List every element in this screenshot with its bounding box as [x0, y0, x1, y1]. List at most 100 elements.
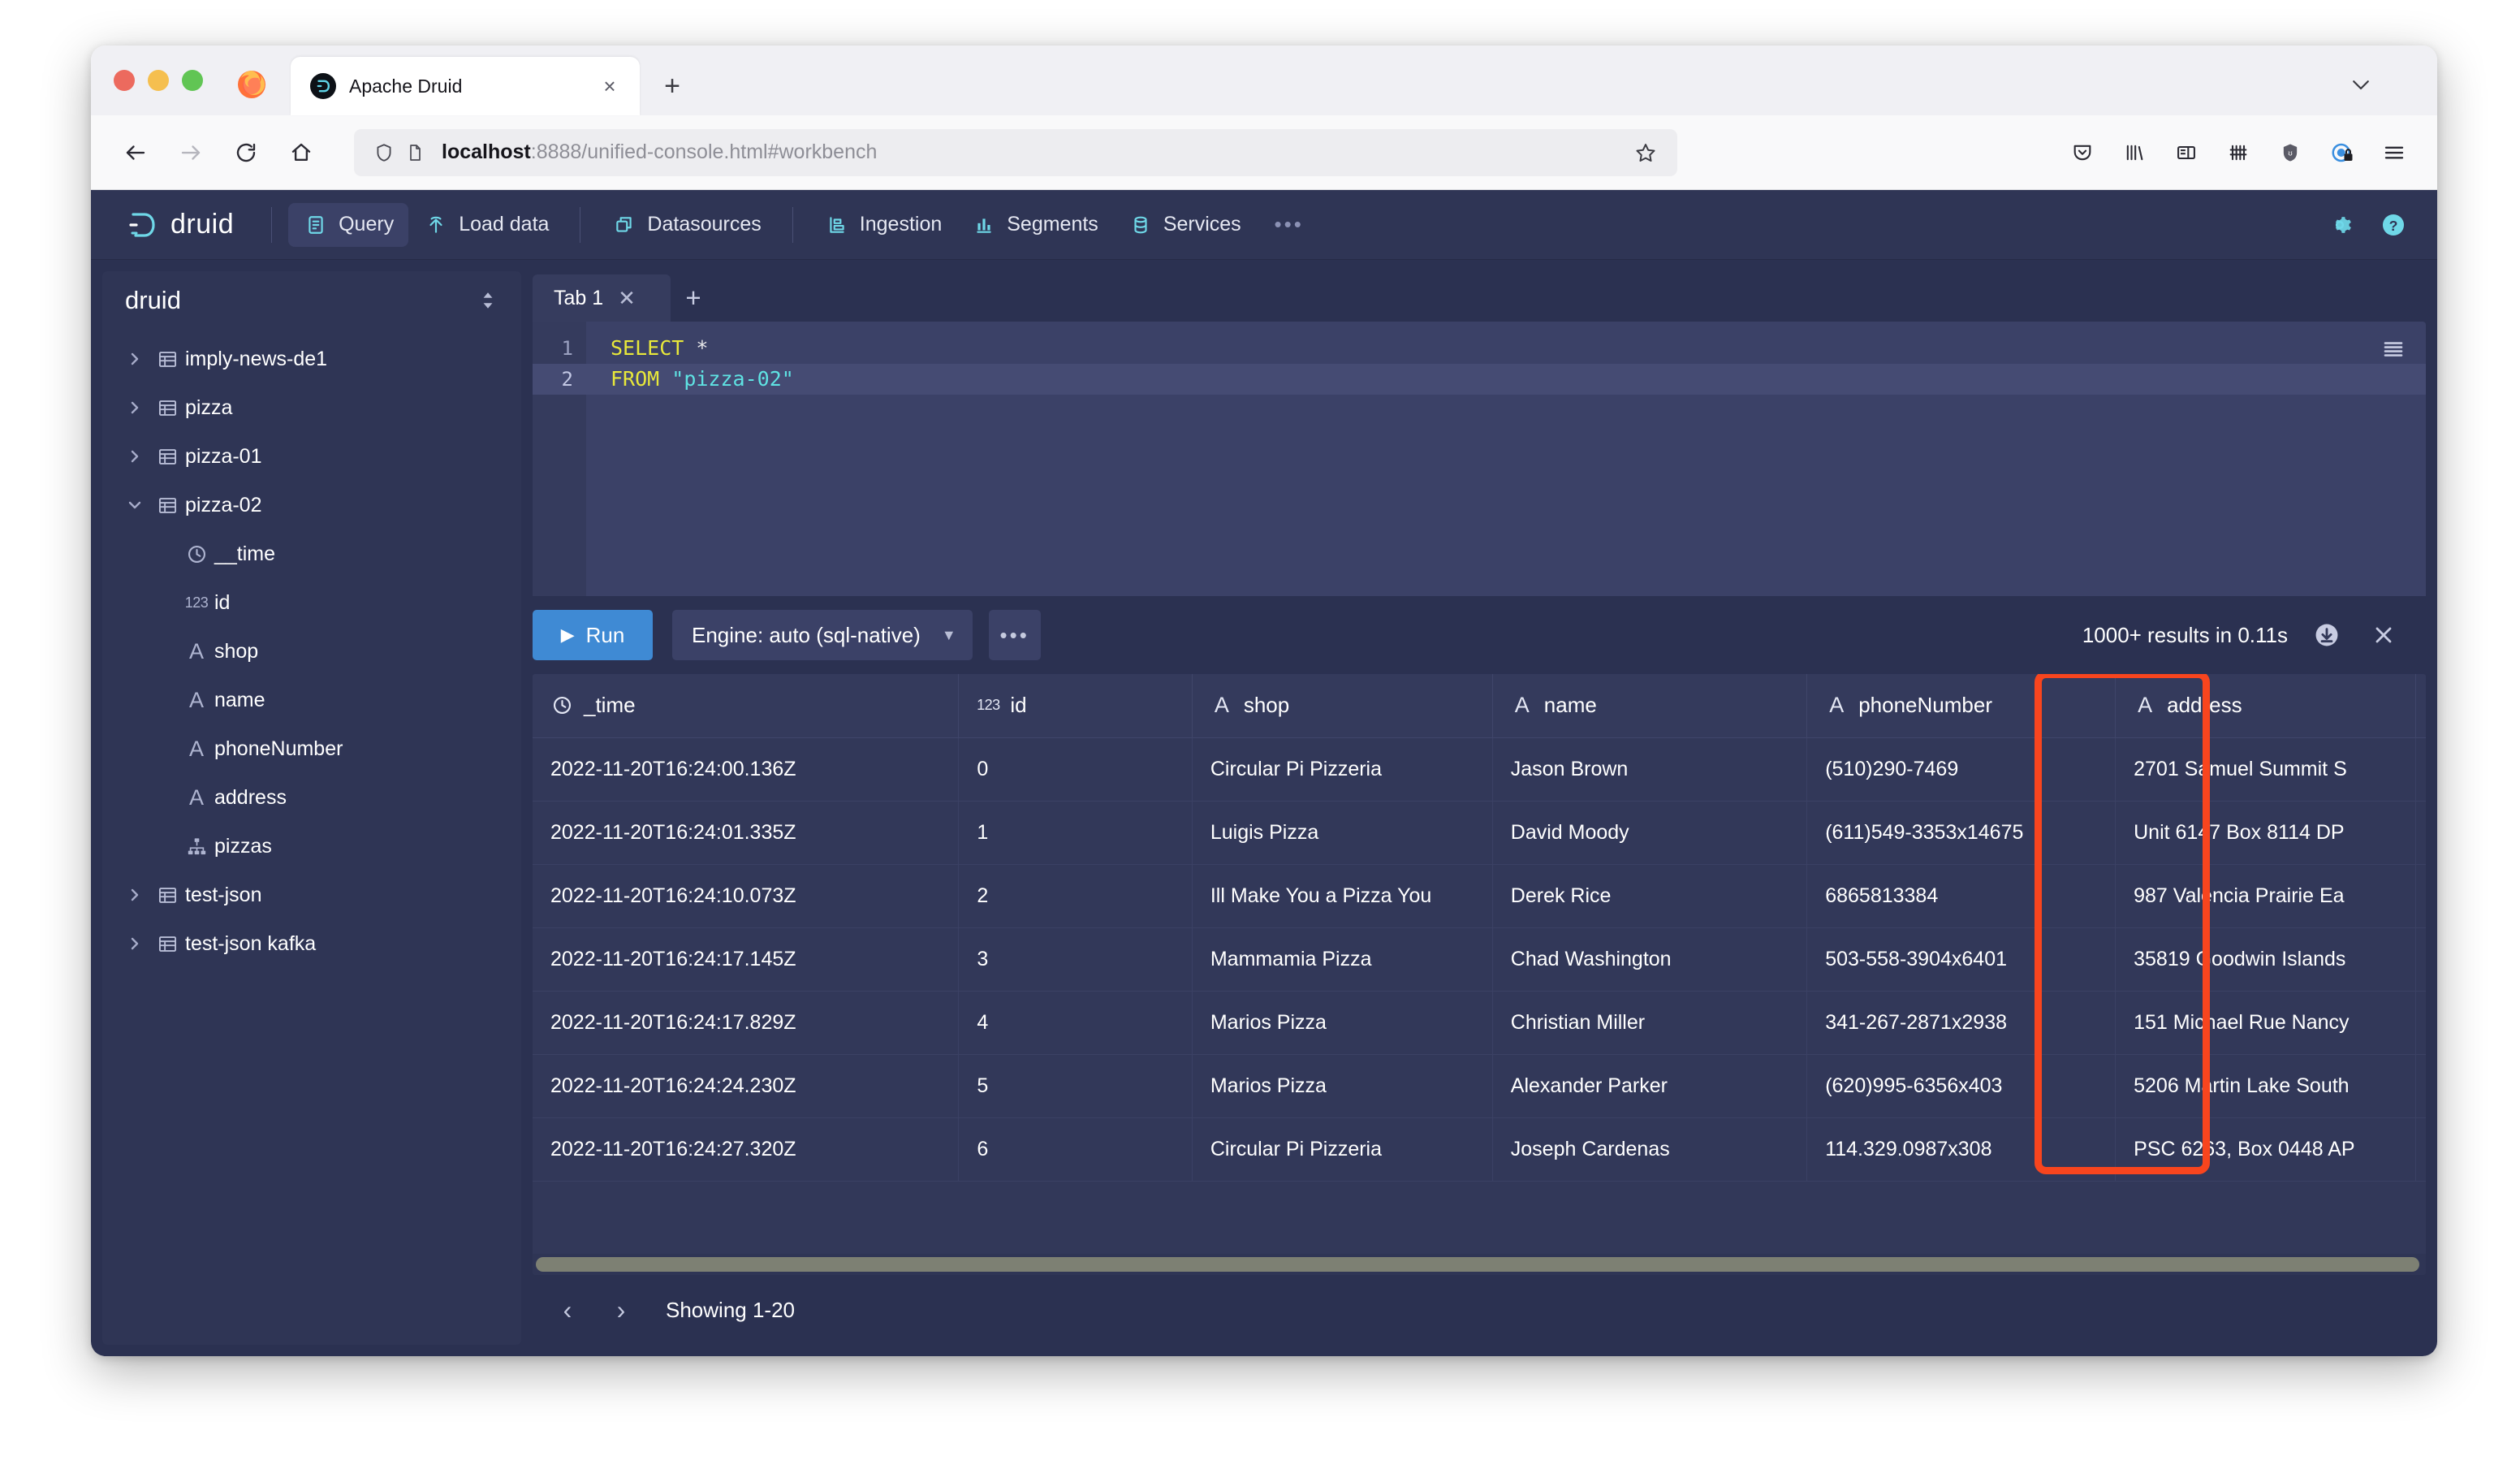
- back-arrow-icon[interactable]: [112, 129, 159, 176]
- maximize-window-button[interactable]: [182, 70, 203, 91]
- close-results-icon[interactable]: [2366, 617, 2401, 653]
- chevron-right-icon[interactable]: [120, 885, 149, 905]
- table-row[interactable]: 2022-11-20T16:24:17.145Z 3 Mammamia Pizza C…: [533, 927, 2426, 992]
- next-page-button[interactable]: ›: [598, 1286, 645, 1333]
- tree-item-id[interactable]: 123 id: [102, 578, 521, 627]
- clock-icon: [179, 543, 214, 565]
- column-header-address[interactable]: Aaddress: [2115, 674, 2417, 738]
- horizontal-scrollbar[interactable]: [533, 1254, 2426, 1275]
- tree-item-phonenumber[interactable]: AphoneNumber: [102, 724, 521, 773]
- services-icon: [1128, 212, 1154, 238]
- editor-code[interactable]: SELECT * FROM "pizza-02": [586, 322, 2426, 596]
- table-row[interactable]: 2022-11-20T16:24:00.136Z 0 Circular Pi Piz…: [533, 737, 2426, 802]
- settings-gear-icon[interactable]: [2324, 209, 2356, 241]
- table-row[interactable]: 2022-11-20T16:24:27.320Z 6 Circular Pi Piz…: [533, 1117, 2426, 1182]
- add-query-tab-button[interactable]: +: [671, 274, 716, 322]
- new-tab-button[interactable]: +: [651, 65, 693, 107]
- cell-address: PSC 6263, Box 0448 AP: [2115, 1117, 2417, 1182]
- tree-item-imply-news-de1[interactable]: imply-news-de1: [102, 335, 521, 383]
- shield-icon[interactable]: [369, 137, 399, 168]
- tab-close-icon[interactable]: ×: [596, 72, 624, 100]
- horizontal-scrollbar-thumb[interactable]: [536, 1257, 2419, 1272]
- chevron-right-icon[interactable]: [120, 447, 149, 466]
- chevron-right-icon[interactable]: [120, 349, 149, 369]
- engine-select[interactable]: Engine: auto (sql-native) ▼: [672, 610, 973, 660]
- editor-code-line[interactable]: SELECT *: [586, 333, 2426, 364]
- results-scroll-area[interactable]: _time 123 id Ashop Aname AphoneNumber Aaddress…: [533, 674, 2426, 1275]
- sidebar-icon[interactable]: [2164, 131, 2208, 175]
- column-header-id[interactable]: 123 id: [958, 674, 1193, 738]
- hamburger-menu-icon[interactable]: [2372, 131, 2416, 175]
- nav-more-button[interactable]: •••: [1267, 203, 1311, 247]
- star-icon[interactable]: [1629, 136, 1663, 170]
- tree-item-pizza-01[interactable]: pizza-01: [102, 432, 521, 481]
- A-icon: A: [188, 687, 204, 712]
- close-window-button[interactable]: [114, 70, 135, 91]
- results-header-row: _time 123 id Ashop Aname AphoneNumber Aaddress…: [533, 674, 2426, 738]
- column-header-name[interactable]: Aname: [1492, 674, 1808, 738]
- shield-badge-icon[interactable]: ʊ: [2268, 131, 2312, 175]
- run-button[interactable]: ▶ Run: [533, 610, 653, 660]
- reload-icon[interactable]: [222, 129, 270, 176]
- forward-arrow-icon[interactable]: [167, 129, 214, 176]
- home-icon[interactable]: [278, 129, 325, 176]
- table-row[interactable]: 2022-11-20T16:24:10.073Z 2 Ill Make You a …: [533, 864, 2426, 928]
- table-icon: [149, 348, 185, 370]
- tree-item-address[interactable]: Aaddress: [102, 773, 521, 822]
- nav-item-ingestion[interactable]: Ingestion: [809, 203, 956, 247]
- editor-menu-icon[interactable]: [2375, 333, 2411, 365]
- ingestion-icon: [824, 212, 850, 238]
- column-header-phoneNumber[interactable]: AphoneNumber: [1806, 674, 2117, 738]
- column-header-time[interactable]: _time: [533, 674, 960, 738]
- table-row[interactable]: 2022-11-20T16:24:17.829Z 4 Marios Pizza Chr…: [533, 991, 2426, 1055]
- tree-item-pizzas[interactable]: pizzas: [102, 822, 521, 871]
- tree-item-test-json[interactable]: test-json: [102, 871, 521, 919]
- chevron-down-icon[interactable]: [2345, 68, 2377, 101]
- privacy-icon[interactable]: [2320, 131, 2364, 175]
- tree-item-pizza[interactable]: pizza: [102, 383, 521, 432]
- druid-logo[interactable]: druid: [123, 206, 234, 244]
- column-header-shop[interactable]: Ashop: [1192, 674, 1493, 738]
- column-header-pizzas[interactable]: pizzas: [2415, 674, 2426, 738]
- tree-item-pizza-02[interactable]: pizza-02: [102, 481, 521, 529]
- download-icon[interactable]: [2309, 617, 2345, 653]
- chevron-down-icon[interactable]: [120, 495, 149, 515]
- previous-page-button[interactable]: ‹: [544, 1286, 591, 1333]
- run-label: Run: [585, 622, 625, 647]
- druid-navbar: druid Query Load data Datasources Ingest…: [91, 190, 2437, 260]
- sql-editor[interactable]: 12 SELECT * FROM "pizza-02": [533, 322, 2426, 596]
- pocket-icon[interactable]: [2060, 131, 2104, 175]
- cell-shop: Marios Pizza: [1192, 991, 1493, 1055]
- nav-item-query[interactable]: Query: [288, 202, 409, 247]
- play-icon: ▶: [560, 624, 575, 645]
- workbench-main: Tab 1 ✕ + 12 SELECT * FROM "pizza-02" ▶ …: [533, 271, 2426, 1345]
- chevron-right-icon[interactable]: [120, 398, 149, 417]
- browser-tab[interactable]: Apache Druid ×: [291, 57, 640, 115]
- nav-item-services[interactable]: Services: [1113, 203, 1256, 247]
- nav-item-datasources[interactable]: Datasources: [597, 203, 775, 247]
- table-row[interactable]: 2022-11-20T16:24:01.335Z 1 Luigis Pizza Dav…: [533, 801, 2426, 865]
- tree-item-name[interactable]: Aname: [102, 676, 521, 724]
- chevron-right-icon[interactable]: [120, 934, 149, 953]
- query-more-button[interactable]: •••: [988, 610, 1041, 660]
- cell-id: 5: [958, 1054, 1193, 1118]
- sort-icon[interactable]: [474, 287, 502, 314]
- nested-icon: [179, 836, 214, 858]
- query-tab[interactable]: Tab 1 ✕: [533, 274, 671, 322]
- tree-item-test-json-kafka[interactable]: test-json kafka: [102, 919, 521, 968]
- editor-code-line[interactable]: FROM "pizza-02": [586, 364, 2426, 395]
- help-icon[interactable]: ?: [2377, 209, 2410, 241]
- url-bar[interactable]: localhost:8888/unified-console.html#work…: [354, 128, 1677, 176]
- tree-item--time[interactable]: __time: [102, 529, 521, 578]
- minimize-window-button[interactable]: [148, 70, 169, 91]
- containers-icon[interactable]: [2216, 131, 2260, 175]
- cell-shop: Circular Pi Pizzeria: [1192, 1117, 1493, 1182]
- cell-time: 2022-11-20T16:24:01.335Z: [533, 801, 960, 865]
- page-icon: [399, 137, 430, 168]
- query-tab-close-icon[interactable]: ✕: [618, 287, 636, 309]
- nav-item-load-data[interactable]: Load data: [408, 203, 563, 247]
- tree-item-shop[interactable]: Ashop: [102, 627, 521, 676]
- table-row[interactable]: 2022-11-20T16:24:24.230Z 5 Marios Pizza Ale…: [533, 1054, 2426, 1118]
- nav-item-segments[interactable]: Segments: [956, 203, 1113, 247]
- library-icon[interactable]: [2112, 131, 2156, 175]
